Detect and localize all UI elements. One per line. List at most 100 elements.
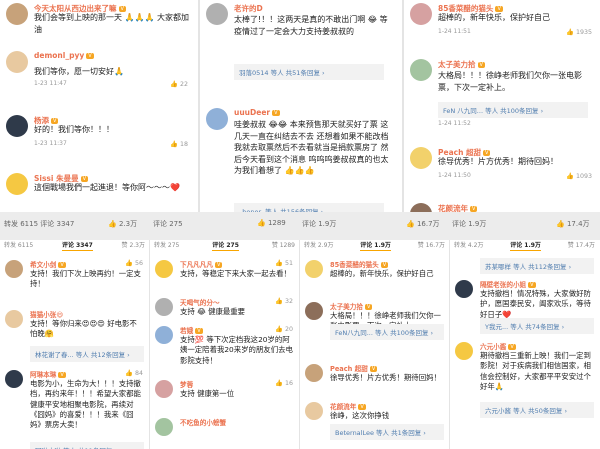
username[interactable]: 太子美力拾 V: [330, 301, 373, 311]
reply-summary[interactable]: FeN 八九同... 等人 共100条回复 ›: [438, 102, 588, 118]
tab-comments[interactable]: 评论 275: [212, 240, 239, 251]
username[interactable]: 希文小剑 V: [30, 259, 66, 269]
avatar[interactable]: [155, 326, 173, 344]
avatar[interactable]: [305, 302, 323, 320]
avatar[interactable]: [5, 260, 23, 278]
comment-item[interactable]: Peach 超甜 V 徐导优秀！片方优秀！期待回妈！ 1-24 11:50 👍 1093: [404, 144, 600, 204]
like-count[interactable]: 👍 22: [170, 80, 188, 88]
tab-reposts[interactable]: 转发 275: [154, 240, 179, 251]
level-badge: V: [58, 262, 66, 268]
top-comment-panel-1: 今天太阳从西边出来了嘛 V 我们会等到上映的那一天 🙏🙏🙏 大家都加油 demonl_…: [0, 0, 196, 212]
reply-summary[interactable]: 六元小酱 等人 共50条回复 ›: [480, 402, 594, 418]
tab-reposts[interactable]: 转发 4.2万: [454, 240, 483, 251]
like-count[interactable]: 👍 16: [275, 379, 293, 387]
avatar[interactable]: [455, 280, 473, 298]
username[interactable]: 隔壁老张的小姐 V: [480, 279, 536, 289]
comment-text: 支持💯 等下次定档我这20岁的阿姨一定陪着我20来岁的朋友们去电影院支持！: [180, 335, 293, 365]
reply-summary[interactable]: 羽落0514 等人 共51条回复 ›: [234, 64, 384, 80]
comment-item[interactable]: uuuDeer V 哇姜叔叔 😂😂 本来预售那天就买好了票 这几天一直在纠结去不去 …: [200, 105, 396, 212]
reply-summary[interactable]: 林花谢了春... 等人 共12条回复 ›: [30, 346, 144, 362]
reply-summary[interactable]: 阿琳本琳 等人 共11条回复 ›: [30, 442, 144, 449]
username[interactable]: 不吃鱼的小螃蟹: [180, 417, 226, 427]
username[interactable]: 花颜流年 V: [438, 203, 478, 212]
username[interactable]: 梦蓉: [180, 379, 193, 389]
reply-summary[interactable]: BeternalLee 等人 共1条回复 ›: [330, 424, 444, 440]
username[interactable]: 下凡凡凡凡 V: [180, 259, 223, 269]
like-count[interactable]: 👍 20: [275, 325, 293, 333]
likes-total: 👍 1289: [257, 219, 286, 227]
comment-text: 徐导优秀！片方优秀！期待回妈！: [330, 373, 441, 382]
like-count[interactable]: 👍 1935: [566, 28, 592, 36]
username[interactable]: 老许的D: [234, 3, 263, 14]
like-count[interactable]: 👍 32: [275, 297, 293, 305]
username[interactable]: 猫猫小张😄: [30, 309, 63, 319]
avatar[interactable]: [206, 3, 228, 25]
like-count[interactable]: 👍 84: [125, 369, 143, 377]
comment-item[interactable]: 老许的D 太棒了!！！这两天是真的不敢出门啊 😂 等疫情过了一定会大力支持姜叔叔的…: [200, 0, 396, 80]
avatar[interactable]: [5, 370, 23, 388]
username-text: 阿琳本琳: [30, 371, 57, 379]
avatar[interactable]: [155, 380, 173, 398]
avatar[interactable]: [5, 310, 23, 328]
username[interactable]: 六元小酱 V: [480, 341, 516, 351]
avatar[interactable]: [305, 402, 323, 420]
avatar[interactable]: [410, 59, 432, 81]
comment-item[interactable]: demonl_pyy V 我们等你，愿一切安好🙏 1-23 11:47 👍 22: [0, 48, 196, 108]
username[interactable]: 阿琳本琳 V: [30, 369, 66, 379]
comment-item[interactable]: 杨添 V 好的！我们等你！！！ 1-23 11:37 👍 18: [0, 112, 196, 172]
comment-time: 1-23 11:47: [34, 80, 67, 87]
avatar[interactable]: [6, 3, 28, 25]
avatar[interactable]: [410, 203, 432, 212]
comment-time: 1-24 11:50: [438, 172, 471, 179]
stats-label: 评论 275: [153, 220, 183, 228]
avatar[interactable]: [305, 260, 323, 278]
comment-text: 徐导优秀！片方优秀！期待回妈！: [438, 157, 558, 166]
like-count[interactable]: 👍 56: [125, 259, 143, 267]
comment-item[interactable]: Sissi 朱曼曼 V 這個戰場我們一起進退！等你阿～～～❤️: [0, 170, 196, 212]
avatar[interactable]: [155, 418, 173, 436]
reply-summary[interactable]: 苏某哪样 等人 共112条回复 ›: [480, 258, 594, 274]
avatar[interactable]: [410, 147, 432, 169]
tab-reposts[interactable]: 转发 2.9万: [304, 240, 333, 251]
reply-summary[interactable]: _honor- 等人 共156条回复 ›: [234, 203, 384, 212]
username[interactable]: 太子美力拾 V: [438, 59, 485, 70]
username[interactable]: 若娥 V: [180, 325, 203, 335]
like-count[interactable]: 👍 51: [275, 259, 293, 267]
avatar[interactable]: [155, 298, 173, 316]
like-count[interactable]: 👍 1093: [566, 172, 592, 180]
tab-bar: 转发 4.2万 评论 1.9万 赞 17.4万: [450, 240, 599, 251]
comment-text: 哇姜叔叔 😂😂 本来预售那天就买好了票 这几天一直在纠结去不去 还想着如果不能改…: [234, 120, 389, 175]
tab-comments[interactable]: 评论 1.9万: [360, 240, 391, 251]
avatar[interactable]: [6, 51, 28, 73]
username[interactable]: 花颜流年 V: [330, 401, 366, 411]
tab-reposts[interactable]: 转发 6115: [4, 240, 33, 251]
username[interactable]: Peach 超甜 V: [330, 363, 378, 373]
comment-item[interactable]: 花颜流年V徐峥……送你 掉泪: [404, 200, 600, 212]
comment-item[interactable]: 85香菜醋的猫头 V 超棒的，新年快乐，保护好自己 1-24 11:51 👍 1935: [404, 0, 600, 60]
avatar[interactable]: [6, 115, 28, 137]
like-count[interactable]: 👍 18: [170, 140, 188, 148]
avatar[interactable]: [6, 173, 28, 195]
tab-likes[interactable]: 赞 1289: [272, 240, 295, 251]
tab-likes[interactable]: 赞 16.7万: [418, 240, 445, 251]
tab-comments[interactable]: 评论 3347: [61, 240, 93, 251]
tab-likes[interactable]: 赞 2.3万: [122, 240, 145, 251]
reply-summary[interactable]: FeN八九同... 等人 共100条回复 ›: [330, 324, 444, 340]
tab-comments[interactable]: 评论 1.9万: [510, 240, 541, 251]
username-text: 不吃鱼的小螃蟹: [180, 419, 227, 427]
comment-text: 支持，等稳定下来大家一起去看！: [180, 269, 291, 278]
username-text: 天喝气的分～: [180, 299, 220, 307]
avatar[interactable]: [455, 342, 473, 360]
username-text: 若娥: [180, 327, 194, 335]
avatar[interactable]: [410, 3, 432, 25]
tab-likes[interactable]: 赞 17.4万: [568, 240, 595, 251]
avatar[interactable]: [206, 108, 228, 130]
avatar[interactable]: [305, 364, 323, 382]
avatar[interactable]: [155, 260, 173, 278]
username[interactable]: 85香菜醋的猫头 V: [330, 259, 389, 269]
username[interactable]: uuuDeer V: [234, 108, 280, 117]
username[interactable]: 天喝气的分～: [180, 297, 220, 307]
comment-item[interactable]: 太子美力拾 V 大格局！！！徐峥老师我们欠你一张电影票，下次一定补上。 FeN 八九同…: [404, 56, 600, 127]
username[interactable]: demonl_pyy V: [34, 51, 94, 60]
reply-summary[interactable]: Y我元... 等人 共74条回复 ›: [480, 318, 594, 334]
